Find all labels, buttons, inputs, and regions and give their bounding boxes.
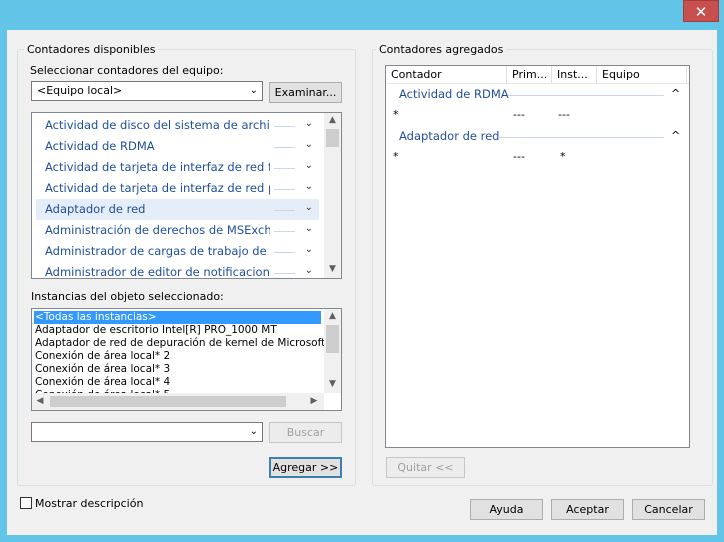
instance-item[interactable]: Conexión de área local* 2 xyxy=(34,350,321,363)
browse-button[interactable]: Examinar... xyxy=(269,82,342,103)
group-title: Actividad de RDMA xyxy=(399,87,509,101)
show-description-checkbox[interactable] xyxy=(20,497,32,509)
table-cell: * xyxy=(393,108,399,121)
chevron-down-icon[interactable]: ⌄ xyxy=(305,118,313,129)
chevron-down-icon[interactable]: ⌄ xyxy=(305,139,313,150)
counter-item[interactable]: Actividad de RDMA ⌄ xyxy=(36,136,319,157)
add-button[interactable]: Agregar >> xyxy=(269,457,342,478)
close-icon: ✕ xyxy=(694,3,708,21)
show-description-label[interactable]: Mostrar descripción xyxy=(35,497,143,510)
column-header-instance[interactable]: Inst... xyxy=(552,66,597,83)
scroll-thumb[interactable] xyxy=(50,396,286,407)
column-header-counter[interactable]: Contador xyxy=(386,66,507,83)
scroll-thumb[interactable] xyxy=(326,129,339,147)
counter-item[interactable]: Administrador de editor de notificacione… xyxy=(36,262,319,278)
counters-list[interactable]: Actividad de disco del sistema de archiv… xyxy=(31,112,342,279)
chevron-down-icon[interactable]: ⌄ xyxy=(305,160,313,171)
instances-hscrollbar[interactable]: ◀ ▶ xyxy=(32,393,324,410)
counter-item-selected[interactable]: Adaptador de red ⌄ xyxy=(36,199,319,220)
chevron-down-icon[interactable]: ⌄ xyxy=(305,244,313,255)
chevron-down-icon[interactable]: ⌄ xyxy=(305,223,313,234)
group-divider xyxy=(498,137,664,138)
chevron-down-icon[interactable]: ⌄ xyxy=(305,265,313,276)
counter-item[interactable]: Administrador de cargas de trabajo de us… xyxy=(36,241,319,262)
computer-select[interactable]: <Equipo local> ⌄ xyxy=(31,81,263,101)
table-header: Contador Prim... Inst... Equipo xyxy=(386,66,689,84)
scroll-right-icon[interactable]: ▶ xyxy=(309,396,319,406)
added-counters-title: Contadores agregados xyxy=(376,43,507,56)
column-header-computer[interactable]: Equipo xyxy=(597,66,687,83)
counters-scrollbar[interactable]: ▲ ▼ xyxy=(324,113,341,278)
group-divider xyxy=(508,95,664,96)
counter-item[interactable]: Actividad de tarjeta de interfaz de red … xyxy=(36,157,319,178)
search-button[interactable]: Buscar xyxy=(269,422,342,443)
instances-list[interactable]: <Todas las instancias> Adaptador de escr… xyxy=(31,308,342,411)
chevron-down-icon: ⌄ xyxy=(249,85,258,96)
counter-item[interactable]: Actividad de tarjeta de interfaz de red … xyxy=(36,178,319,199)
added-counters-table[interactable]: Contador Prim... Inst... Equipo Activida… xyxy=(385,65,690,448)
table-cell: --- xyxy=(513,108,525,121)
chevron-down-icon[interactable]: ⌄ xyxy=(305,202,313,213)
collapse-icon[interactable]: ^ xyxy=(671,129,680,142)
instances-label: Instancias del objeto seleccionado: xyxy=(31,290,224,303)
scroll-up-icon[interactable]: ▲ xyxy=(324,115,341,125)
instance-item[interactable]: Adaptador de escritorio Intel[R] PRO_100… xyxy=(34,324,321,337)
scroll-up-icon[interactable]: ▲ xyxy=(324,311,341,321)
table-cell: --- xyxy=(513,150,525,163)
counter-item[interactable]: Actividad de disco del sistema de archiv… xyxy=(36,115,319,136)
scroll-down-icon[interactable]: ▼ xyxy=(324,264,341,274)
search-input[interactable]: ⌄ xyxy=(31,422,263,442)
scroll-left-icon[interactable]: ◀ xyxy=(35,396,45,406)
scroll-thumb[interactable] xyxy=(326,325,339,353)
available-counters-title: Contadores disponibles xyxy=(24,43,159,56)
counter-item[interactable]: Administración de derechos de MSExchange… xyxy=(36,220,319,241)
scroll-down-icon[interactable]: ▼ xyxy=(324,379,341,389)
remove-button[interactable]: Quitar << xyxy=(386,457,465,478)
chevron-down-icon[interactable]: ⌄ xyxy=(305,181,313,192)
instances-vscrollbar[interactable]: ▲ ▼ xyxy=(324,309,341,393)
computer-select-value: <Equipo local> xyxy=(37,84,123,97)
instance-item[interactable]: Conexión de área local* 3 xyxy=(34,363,321,376)
instance-item-selected[interactable]: <Todas las instancias> xyxy=(34,311,321,324)
dialog-client: Contadores disponibles Seleccionar conta… xyxy=(7,30,717,535)
select-computer-label: Seleccionar contadores del equipo: xyxy=(30,64,224,77)
title-bar xyxy=(0,0,724,30)
group-title: Adaptador de red xyxy=(399,129,500,143)
ok-button[interactable]: Aceptar xyxy=(551,499,624,520)
table-cell: * xyxy=(560,150,566,163)
cancel-button[interactable]: Cancelar xyxy=(632,499,705,520)
table-cell: * xyxy=(393,150,399,163)
table-cell: --- xyxy=(558,108,570,121)
help-button[interactable]: Ayuda xyxy=(470,499,543,520)
column-header-parent[interactable]: Prim... xyxy=(507,66,552,83)
instance-item[interactable]: Adaptador de red de depuración de kernel… xyxy=(34,337,325,350)
collapse-icon[interactable]: ^ xyxy=(671,87,680,100)
instance-item[interactable]: Conexión de área local* 4 xyxy=(34,376,321,389)
chevron-down-icon: ⌄ xyxy=(249,426,258,437)
close-button[interactable]: ✕ xyxy=(683,0,719,22)
